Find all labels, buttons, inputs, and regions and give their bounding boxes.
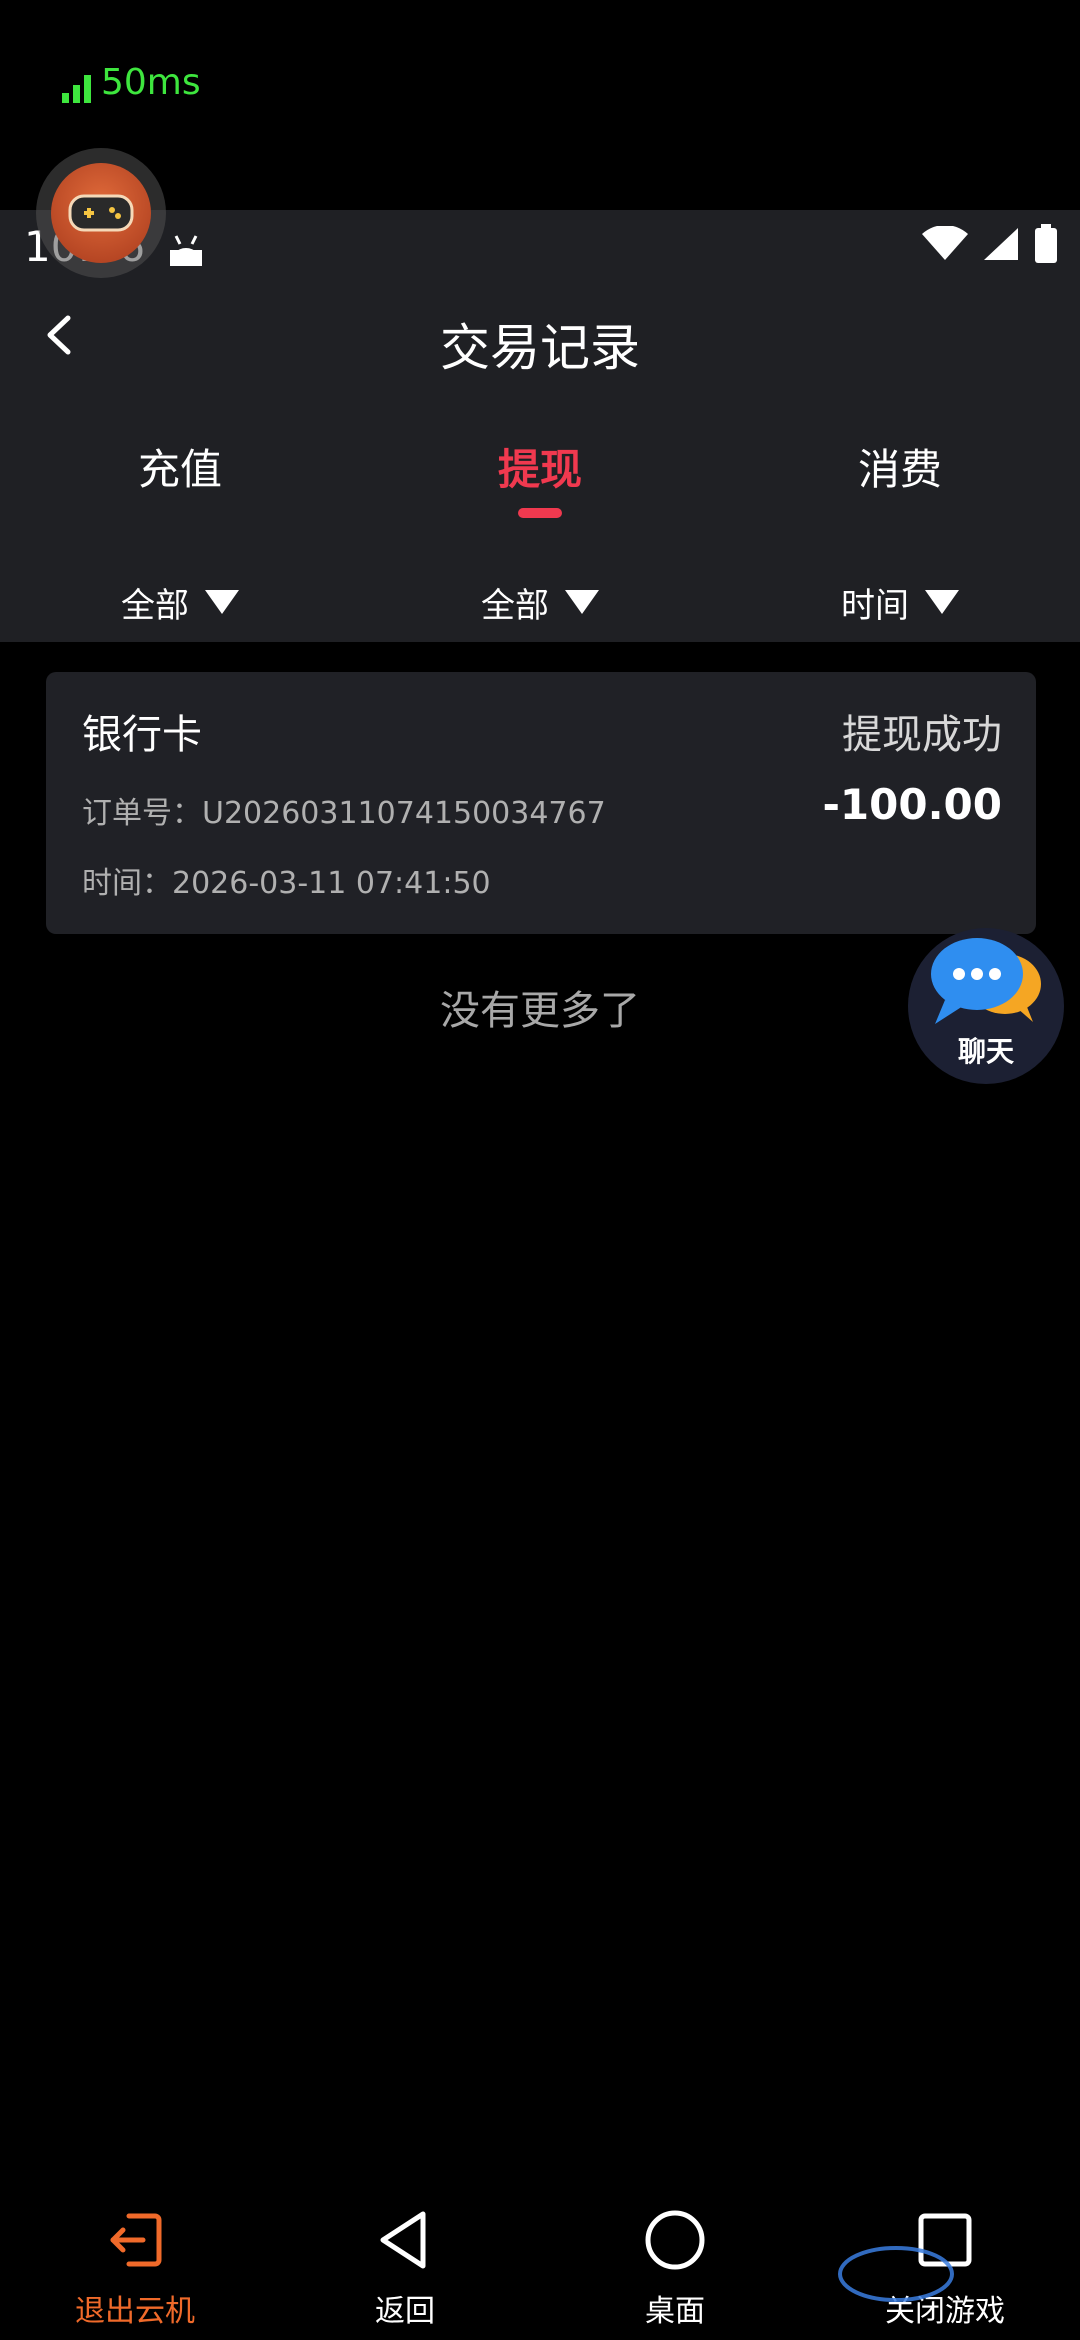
tab-label: 充值	[137, 445, 222, 494]
exit-cloud-label: 退出云机	[75, 2294, 195, 2329]
filter-type-dropdown[interactable]: 全部	[0, 562, 360, 642]
filter-label: 时间	[841, 585, 909, 626]
page-title: 交易记录	[440, 319, 640, 377]
transaction-record-card[interactable]: 银行卡 提现成功 订单号：U20260311074150034767 -100.…	[46, 672, 1036, 934]
exit-cloud-button[interactable]: 退出云机	[0, 2200, 270, 2340]
chat-button[interactable]: 聊天	[908, 928, 1064, 1084]
tab-label: 提现	[497, 445, 582, 494]
latency-value: 50ms	[101, 62, 201, 103]
wifi-icon	[922, 225, 968, 266]
filter-bar: 全部 全部 时间	[0, 562, 1080, 642]
home-circle-icon	[643, 2200, 707, 2280]
record-method: 银行卡	[82, 712, 202, 758]
filter-status-dropdown[interactable]: 全部	[360, 562, 720, 642]
latency-indicator: 50ms	[62, 62, 201, 103]
tab-recharge[interactable]: 充值	[0, 430, 360, 530]
signal-bars-icon	[62, 73, 91, 103]
android-icon	[166, 230, 206, 270]
tab-label: 消费	[857, 445, 942, 494]
record-status: 提现成功	[842, 712, 1002, 758]
record-amount: -100.00	[822, 780, 1002, 829]
dropdown-triangle-icon	[565, 590, 599, 614]
chat-label: 聊天	[957, 1035, 1014, 1068]
filter-time-dropdown[interactable]: 时间	[720, 562, 1080, 642]
filter-label: 全部	[121, 585, 189, 626]
dropdown-triangle-icon	[925, 590, 959, 614]
active-tab-indicator	[518, 508, 562, 518]
cell-signal-icon	[982, 226, 1020, 266]
filter-label: 全部	[481, 585, 549, 626]
app-header-panel: 10:56 交易记录 充值 提现 消费	[0, 210, 1080, 642]
home-button[interactable]: 桌面	[540, 2200, 810, 2340]
battery-icon	[1034, 224, 1058, 268]
home-label: 桌面	[645, 2294, 705, 2329]
floating-game-ball[interactable]	[36, 148, 166, 278]
tab-bar: 充值 提现 消费	[0, 430, 1080, 530]
gamepad-icon	[51, 163, 151, 263]
exit-icon	[105, 2200, 165, 2280]
tab-withdraw[interactable]: 提现	[360, 430, 720, 530]
back-label: 返回	[375, 2294, 435, 2329]
system-back-button[interactable]: 返回	[270, 2200, 540, 2340]
nav-bar: 交易记录	[0, 280, 1080, 390]
record-order-number: 订单号：U20260311074150034767	[82, 796, 606, 831]
record-time: 时间：2026-03-11 07:41:50	[82, 866, 491, 901]
dropdown-triangle-icon	[205, 590, 239, 614]
back-triangle-icon	[375, 2200, 435, 2280]
chat-bubble-icon	[921, 934, 1051, 1038]
status-icons	[922, 224, 1058, 268]
tab-consume[interactable]: 消费	[720, 430, 1080, 530]
watermark-logo	[836, 2236, 1056, 2317]
